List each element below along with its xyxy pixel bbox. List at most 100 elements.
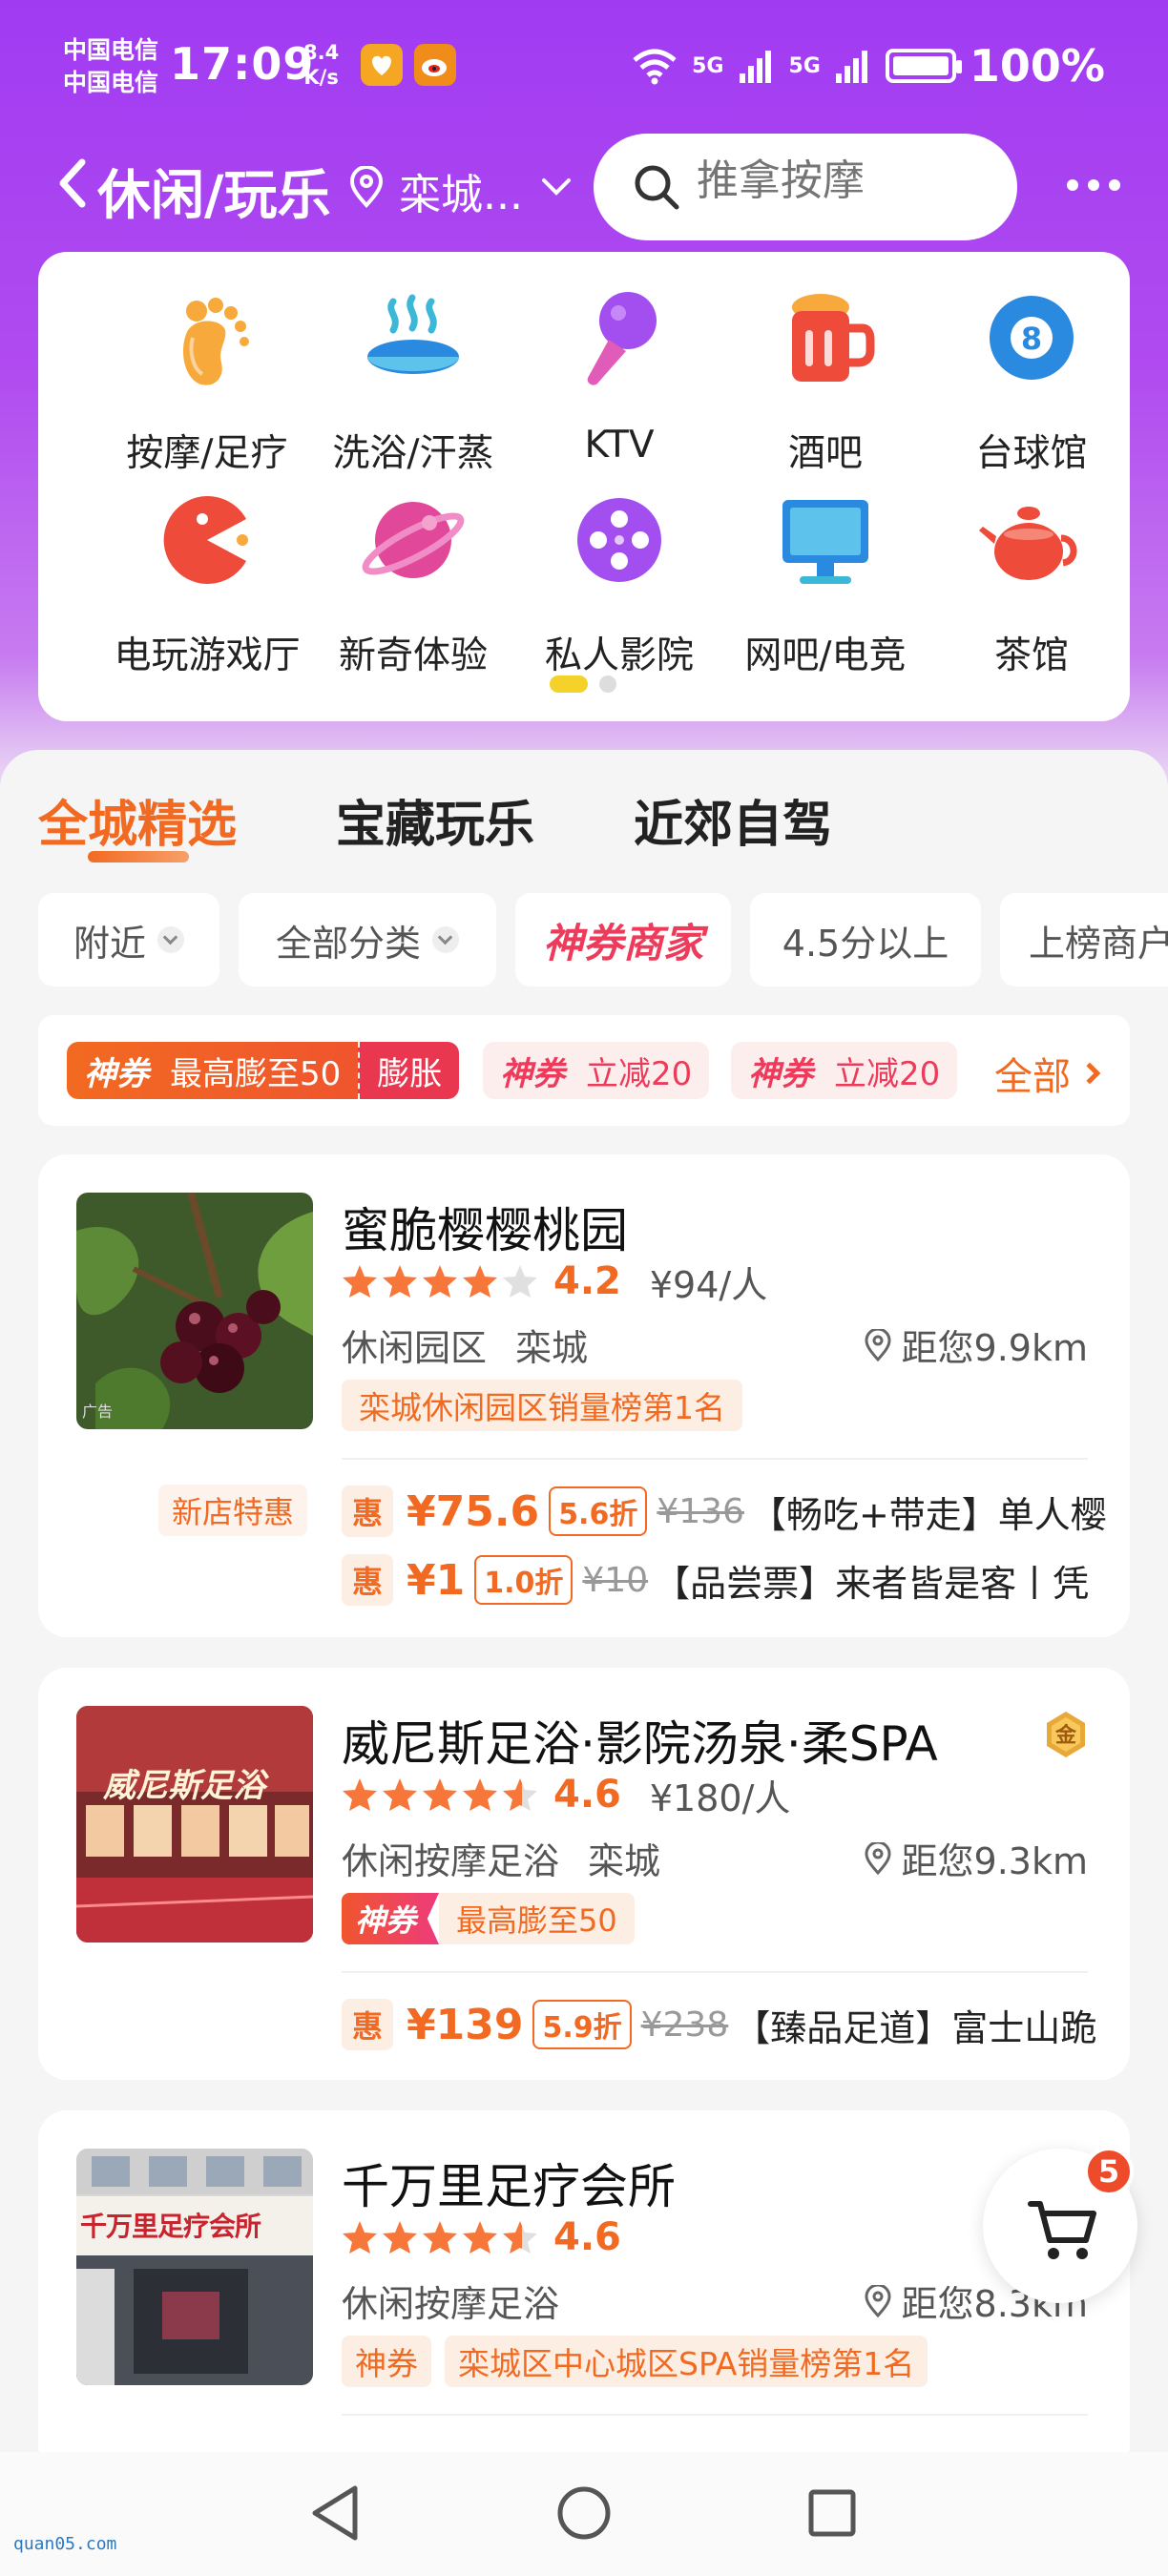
star-icon bbox=[423, 1265, 457, 1298]
shop-name[interactable]: 千万里足疗会所 bbox=[342, 2149, 676, 2217]
home-circle-icon[interactable] bbox=[555, 2484, 613, 2542]
filter-rating[interactable]: 4.5分以上 bbox=[750, 893, 981, 987]
filter-voucher-merchants[interactable]: 神券商家 bbox=[515, 893, 731, 987]
film-reel-icon bbox=[577, 498, 661, 582]
category-tea-house[interactable]: 茶馆 bbox=[928, 485, 1135, 677]
shop-card[interactable]: 广告 蜜脆樱樱桃园 4.2 ¥94/人 休闲园区 栾城 距您9.9km 栾城休闲园… bbox=[38, 1154, 1130, 1637]
shop-thumbnail[interactable]: 威尼斯足浴 bbox=[76, 1706, 313, 1942]
category-label: 新奇体验 bbox=[338, 634, 488, 677]
voucher-text: 立减20 bbox=[586, 1054, 693, 1093]
category-bar[interactable]: 酒吧 bbox=[722, 282, 928, 475]
category-grid: 按摩/足疗 洗浴/汗蒸 KTV 酒吧 8 台球馆 电玩游戏厅 新奇体验 私人影院… bbox=[38, 252, 1130, 721]
speed-value: 8.4 bbox=[303, 41, 340, 64]
star-icon bbox=[343, 2221, 377, 2254]
voucher-chip[interactable]: 神券 立减20 bbox=[483, 1042, 710, 1099]
category-novelty[interactable]: 新奇体验 bbox=[310, 485, 516, 677]
shop-card[interactable]: 千万里足疗会所 千万里足疗会所 4.6 休闲按摩足浴 距您8.3km 神券 栾城… bbox=[38, 2110, 1130, 2473]
category-massage-foot[interactable]: 按摩/足疗 bbox=[104, 282, 310, 475]
discount-badge: 5.6折 bbox=[549, 1486, 648, 1536]
category-arcade[interactable]: 电玩游戏厅 bbox=[104, 485, 310, 677]
tab-hidden-gems[interactable]: 宝藏玩乐 bbox=[336, 784, 534, 856]
category-label: 台球馆 bbox=[975, 432, 1088, 475]
location-pin-icon bbox=[865, 1328, 891, 1361]
tab-suburban-drive[interactable]: 近郊自驾 bbox=[634, 784, 832, 856]
chevron-down-icon bbox=[157, 926, 184, 953]
category-billiards[interactable]: 8 台球馆 bbox=[928, 282, 1135, 475]
category-ktv[interactable]: KTV bbox=[516, 282, 722, 473]
voucher-text: 最高膨至50 bbox=[439, 1893, 635, 1944]
bath-icon bbox=[367, 294, 459, 374]
more-options-icon[interactable] bbox=[1067, 179, 1124, 195]
tab-city-picks[interactable]: 全城精选 bbox=[38, 784, 237, 856]
app-notification-icon bbox=[361, 44, 403, 86]
signal-bars-icon bbox=[739, 51, 771, 83]
star-icon bbox=[423, 1778, 457, 1811]
watermark: quan05.com bbox=[13, 2534, 117, 2554]
location-pin-icon bbox=[865, 2284, 891, 2317]
search-input[interactable] bbox=[697, 156, 1002, 205]
beer-icon bbox=[792, 294, 875, 382]
filter-nearby[interactable]: 附近 bbox=[38, 893, 219, 987]
rank-tag[interactable]: 栾城休闲园区销量榜第1名 bbox=[342, 1380, 742, 1431]
star-half-icon bbox=[503, 2221, 537, 2254]
shop-meta: 休闲按摩足浴 bbox=[342, 2275, 559, 2327]
back-icon[interactable] bbox=[52, 155, 99, 212]
deal-row[interactable]: 惠 ¥75.6 5.6折 ¥136 【畅吃+带走】单人樱 bbox=[342, 1485, 1107, 1538]
voucher-expand[interactable]: 神券 最高膨至50 膨胀 bbox=[67, 1042, 460, 1099]
signal-1-label: 5G bbox=[692, 53, 724, 78]
all-vouchers-link[interactable]: 全部 bbox=[994, 1046, 1101, 1101]
shop-name[interactable]: 蜜脆樱樱桃园 bbox=[342, 1193, 628, 1261]
shop-thumbnail[interactable]: 千万里足疗会所 bbox=[76, 2149, 313, 2385]
chevron-down-icon[interactable] bbox=[540, 176, 573, 198]
star-icon bbox=[463, 2221, 497, 2254]
discount-icon: 惠 bbox=[342, 1999, 393, 2050]
category-label: KTV bbox=[584, 424, 655, 467]
price-per-person: ¥94/人 bbox=[649, 1263, 768, 1306]
shop-sign-text: 千万里足疗会所 bbox=[80, 2211, 261, 2242]
star-empty-icon bbox=[503, 1265, 537, 1298]
shop-tags: 神券 栾城区中心城区SPA销量榜第1名 bbox=[342, 2336, 928, 2387]
deal-row[interactable]: 惠 ¥139 5.9折 ¥238 【臻品足道】富士山跪 bbox=[342, 1998, 1096, 2051]
distance: 距您9.9km bbox=[864, 1319, 1088, 1371]
page-title: 休闲/玩乐 bbox=[97, 165, 331, 227]
chevron-right-icon bbox=[1078, 1062, 1101, 1085]
filter-ranked[interactable]: 上榜商户 bbox=[1000, 893, 1168, 987]
star-rating bbox=[342, 1776, 538, 1813]
location-pin-icon[interactable] bbox=[347, 166, 386, 208]
shop-card[interactable]: 威尼斯足浴 威尼斯足浴·影院汤泉·柔SPA 金 4.6 ¥180/人 休闲按摩足… bbox=[38, 1668, 1130, 2080]
original-price: ¥136 bbox=[657, 1491, 744, 1531]
search-box[interactable] bbox=[594, 134, 1017, 240]
category-label: 电玩游戏厅 bbox=[114, 634, 301, 677]
cart-count-badge: 5 bbox=[1084, 2147, 1134, 2196]
billiard-ball-icon: 8 bbox=[990, 296, 1074, 380]
recents-square-icon[interactable] bbox=[807, 2488, 857, 2538]
voucher-text: 最高膨至50 bbox=[170, 1054, 342, 1093]
star-icon bbox=[383, 1778, 417, 1811]
rating-score: 4.2 bbox=[553, 1259, 621, 1303]
nav-bar: 休闲/玩乐 栾城... bbox=[0, 134, 1168, 240]
new-store-tag: 新店特惠 bbox=[158, 1485, 308, 1536]
voucher-chip[interactable]: 神券 立减20 bbox=[731, 1042, 958, 1099]
filter-category[interactable]: 全部分类 bbox=[239, 893, 496, 987]
rank-tag[interactable]: 栾城区中心城区SPA销量榜第1名 bbox=[445, 2336, 928, 2387]
foot-icon bbox=[183, 298, 249, 385]
category-label: 私人影院 bbox=[544, 634, 694, 677]
planet-icon bbox=[362, 502, 465, 578]
deal-row[interactable]: 惠 ¥1 1.0折 ¥10 【品尝票】来者皆是客丨凭 bbox=[342, 1553, 1089, 1607]
star-rating bbox=[342, 2219, 538, 2255]
signal-bars-2-icon bbox=[835, 51, 867, 83]
category-internet-cafe[interactable]: 网吧/电竞 bbox=[722, 485, 928, 677]
category-private-cinema[interactable]: 私人影院 bbox=[516, 485, 722, 677]
category-bath[interactable]: 洗浴/汗蒸 bbox=[310, 282, 516, 475]
back-triangle-icon[interactable] bbox=[307, 2483, 365, 2544]
location-selector[interactable]: 栾城... bbox=[399, 160, 523, 221]
expand-button[interactable]: 膨胀 bbox=[358, 1042, 460, 1099]
shop-name[interactable]: 威尼斯足浴·影院汤泉·柔SPA bbox=[342, 1706, 938, 1775]
voucher-tag[interactable]: 神券 最高膨至50 bbox=[342, 1893, 635, 1944]
star-icon bbox=[343, 1778, 377, 1811]
star-rating bbox=[342, 1263, 538, 1299]
category-label: 按摩/足疗 bbox=[126, 432, 288, 475]
location-pin-icon bbox=[865, 1841, 891, 1875]
voucher-tag[interactable]: 神券 bbox=[342, 2336, 431, 2387]
shop-thumbnail[interactable]: 广告 bbox=[76, 1193, 313, 1429]
